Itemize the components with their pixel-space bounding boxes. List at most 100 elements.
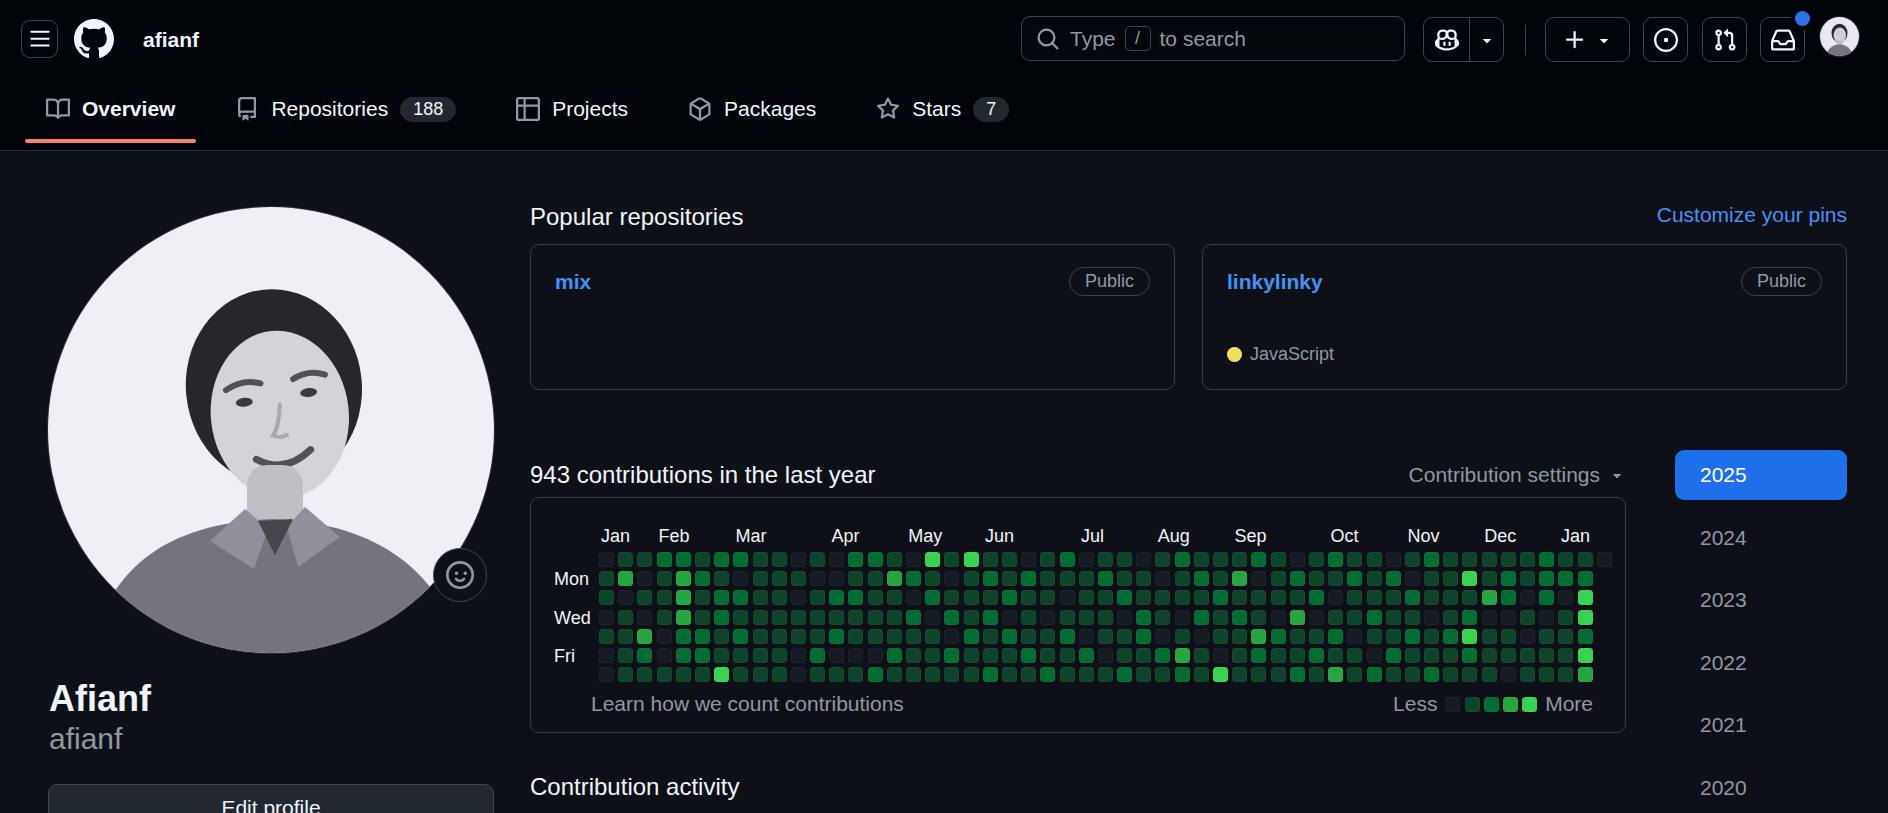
contribution-cell[interactable] [791,629,806,644]
contribution-settings-dropdown[interactable]: Contribution settings [1409,463,1626,487]
contribution-cell[interactable] [618,590,633,605]
contribution-cell[interactable] [1194,590,1209,605]
contribution-cell[interactable] [714,610,729,625]
contribution-cell[interactable] [925,629,940,644]
contribution-cell[interactable] [1482,552,1497,567]
contribution-cell[interactable] [1117,610,1132,625]
contribution-cell[interactable] [1136,610,1151,625]
contribution-cell[interactable] [1501,629,1516,644]
contribution-cell[interactable] [1136,667,1151,682]
contribution-cell[interactable] [1578,571,1593,586]
contribution-cell[interactable] [1136,571,1151,586]
contribution-cell[interactable] [810,571,825,586]
contribution-cell[interactable] [1040,648,1055,663]
contribution-cell[interactable] [733,571,748,586]
contribution-cell[interactable] [1328,667,1343,682]
year-button-2025[interactable]: 2025 [1675,450,1847,500]
contribution-cell[interactable] [1040,552,1055,567]
contribution-cell[interactable] [1232,590,1247,605]
contribution-cell[interactable] [906,571,921,586]
contribution-cell[interactable] [848,571,863,586]
contribution-cell[interactable] [1251,667,1266,682]
contribution-cell[interactable] [1079,571,1094,586]
contribution-cell[interactable] [1117,590,1132,605]
contribution-cell[interactable] [868,610,883,625]
contribution-cell[interactable] [1386,590,1401,605]
repo-link[interactable]: mix [555,270,591,294]
contribution-cell[interactable] [925,610,940,625]
contribution-cell[interactable] [1290,648,1305,663]
contribution-cell[interactable] [1271,629,1286,644]
contribution-cell[interactable] [983,552,998,567]
contribution-cell[interactable] [848,590,863,605]
contribution-cell[interactable] [1155,590,1170,605]
contribution-cell[interactable] [676,648,691,663]
contribution-cell[interactable] [1578,590,1593,605]
contribution-cell[interactable] [1021,648,1036,663]
issues-button[interactable] [1643,17,1688,62]
contribution-cell[interactable] [733,667,748,682]
contribution-cell[interactable] [1117,552,1132,567]
contribution-cell[interactable] [1040,667,1055,682]
contribution-cell[interactable] [1462,610,1477,625]
contribution-cell[interactable] [1405,610,1420,625]
contribution-cell[interactable] [1213,629,1228,644]
contribution-cell[interactable] [1309,610,1324,625]
contribution-cell[interactable] [637,571,652,586]
contribution-cell[interactable] [1040,629,1055,644]
contribution-cell[interactable] [925,648,940,663]
contribution-cell[interactable] [1098,610,1113,625]
github-logo[interactable] [74,19,114,59]
contribution-cell[interactable] [887,648,902,663]
contribution-cell[interactable] [1501,667,1516,682]
contribution-cell[interactable] [810,648,825,663]
contribution-cell[interactable] [618,667,633,682]
contribution-cell[interactable] [964,610,979,625]
contribution-cell[interactable] [1558,648,1573,663]
contribution-cell[interactable] [1367,610,1382,625]
contribution-cell[interactable] [848,667,863,682]
contribution-cell[interactable] [1117,667,1132,682]
year-button-2020[interactable]: 2020 [1675,763,1847,813]
contribution-cell[interactable] [714,552,729,567]
contribution-cell[interactable] [753,629,768,644]
contribution-cell[interactable] [1462,552,1477,567]
contribution-cell[interactable] [906,610,921,625]
contribution-cell[interactable] [1060,629,1075,644]
contribution-cell[interactable] [1079,648,1094,663]
contribution-cell[interactable] [1232,552,1247,567]
contribution-cell[interactable] [753,610,768,625]
contribution-cell[interactable] [1309,590,1324,605]
contribution-cell[interactable] [1367,648,1382,663]
contribution-cell[interactable] [1578,648,1593,663]
contribution-cell[interactable] [829,629,844,644]
contribution-cell[interactable] [1194,629,1209,644]
contribution-cell[interactable] [983,590,998,605]
contribution-cell[interactable] [1462,590,1477,605]
contribution-cell[interactable] [1251,571,1266,586]
contribution-cell[interactable] [1021,552,1036,567]
contribution-cell[interactable] [925,667,940,682]
contribution-cell[interactable] [1597,552,1612,567]
contribution-cell[interactable] [772,552,787,567]
contribution-cell[interactable] [887,552,902,567]
contribution-cell[interactable] [599,610,614,625]
contribution-cell[interactable] [1539,571,1554,586]
contribution-cell[interactable] [1443,552,1458,567]
contribution-cell[interactable] [829,571,844,586]
contribution-cell[interactable] [868,552,883,567]
contribution-cell[interactable] [676,629,691,644]
contribution-cell[interactable] [1232,667,1247,682]
contribution-cell[interactable] [1098,571,1113,586]
contribution-cell[interactable] [1002,552,1017,567]
contribution-cell[interactable] [1155,552,1170,567]
contribution-cell[interactable] [1213,610,1228,625]
contribution-cell[interactable] [1021,590,1036,605]
contribution-cell[interactable] [925,590,940,605]
contribution-cell[interactable] [1021,629,1036,644]
contribution-cell[interactable] [906,590,921,605]
contribution-cell[interactable] [1501,571,1516,586]
contribution-cell[interactable] [753,667,768,682]
contribution-cell[interactable] [1117,648,1132,663]
contribution-cell[interactable] [599,590,614,605]
